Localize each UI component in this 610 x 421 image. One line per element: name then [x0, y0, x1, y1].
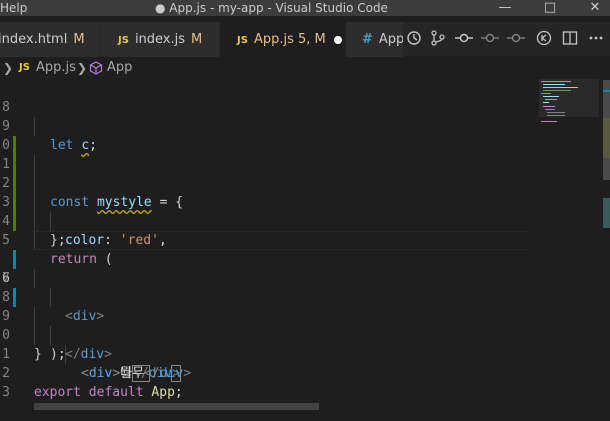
- breadcrumb: ❯ JS App.js ❯ App: [0, 57, 610, 79]
- menu-item-help[interactable]: Help: [0, 0, 27, 16]
- vertical-scrollbar[interactable]: [603, 80, 610, 410]
- chevron-right-icon: ❯: [3, 61, 14, 75]
- tab-label: index.html: [0, 32, 68, 47]
- code-line: 5 <div>: [0, 212, 530, 324]
- tab-index-js[interactable]: JS index.js M: [101, 22, 219, 57]
- chevron-right-icon: ❯: [77, 61, 88, 75]
- tab-label: App.js: [253, 32, 294, 47]
- tab-label: App: [378, 32, 403, 47]
- timeline-icon[interactable]: [535, 30, 553, 48]
- punctuation: ;: [174, 385, 183, 400]
- tab-index-html[interactable]: index.html M: [0, 22, 100, 57]
- code-line: 9 );: [0, 288, 530, 362]
- code-line-current: 6 <div>뭘</div>: [0, 231, 530, 382]
- code-line: 1: [0, 326, 530, 362]
- minimap[interactable]: [531, 79, 606, 410]
- keyword: default: [88, 385, 144, 400]
- title-bar: Help ● App.js - my-app - Visual Studio C…: [0, 0, 610, 16]
- breadcrumb-symbol[interactable]: App: [107, 57, 132, 79]
- js-file-icon: JS: [19, 62, 30, 73]
- tab-app-css[interactable]: # App: [346, 22, 403, 57]
- line-number: 3: [2, 385, 10, 400]
- tab-app-js[interactable]: JS App.js 5, M: [220, 22, 345, 57]
- code-line: 2 export default App;: [0, 345, 530, 400]
- code-line: 1 color: 'red',: [0, 136, 530, 248]
- breadcrumb-file[interactable]: App.js: [36, 57, 76, 79]
- code-line: 4 return (: [0, 193, 530, 267]
- history-icon[interactable]: [405, 30, 423, 48]
- code-line: 7 <div>나무</div>: [0, 250, 530, 381]
- previous-change-icon[interactable]: [481, 30, 499, 48]
- code-line: 3: [0, 174, 530, 250]
- code-line: 0 }: [0, 307, 530, 362]
- code-line: 3: [0, 364, 530, 400]
- close-icon[interactable]: ✕: [575, 0, 610, 16]
- minimize-icon[interactable]: —: [485, 0, 525, 16]
- modified-status: M: [191, 32, 203, 47]
- editor-actions: [403, 22, 610, 56]
- more-icon[interactable]: [587, 30, 605, 48]
- code-line: 0 const mystyle = {: [0, 117, 530, 210]
- identifier: App: [151, 385, 175, 400]
- code-line: 8 </div>: [0, 269, 530, 362]
- css-file-icon: #: [362, 32, 373, 47]
- git-commit-icon[interactable]: [455, 30, 473, 48]
- split-editor-icon[interactable]: [561, 30, 579, 48]
- horizontal-scrollbar[interactable]: [34, 403, 319, 410]
- unsaved-dot-icon[interactable]: [333, 35, 342, 44]
- next-change-icon[interactable]: [507, 30, 525, 48]
- source-control-icon[interactable]: [429, 30, 447, 48]
- maximize-icon[interactable]: □: [530, 0, 570, 16]
- tab-label: index.js: [134, 32, 186, 47]
- js-file-icon: JS: [118, 35, 129, 46]
- window-title: ● App.js - my-app - Visual Studio Code: [155, 1, 388, 15]
- code-line: 8 let c;: [0, 79, 530, 153]
- code-line: 2 };: [0, 155, 530, 248]
- code-editor[interactable]: 8 let c; 9 0 const mystyle = { 1 color: …: [0, 79, 530, 410]
- keyword: export: [34, 385, 81, 400]
- js-file-icon: JS: [237, 35, 248, 46]
- current-line-highlight: [30, 231, 530, 250]
- code-line: 9: [0, 98, 530, 174]
- problem-status: 5, M: [298, 32, 326, 47]
- modified-status: M: [73, 32, 85, 47]
